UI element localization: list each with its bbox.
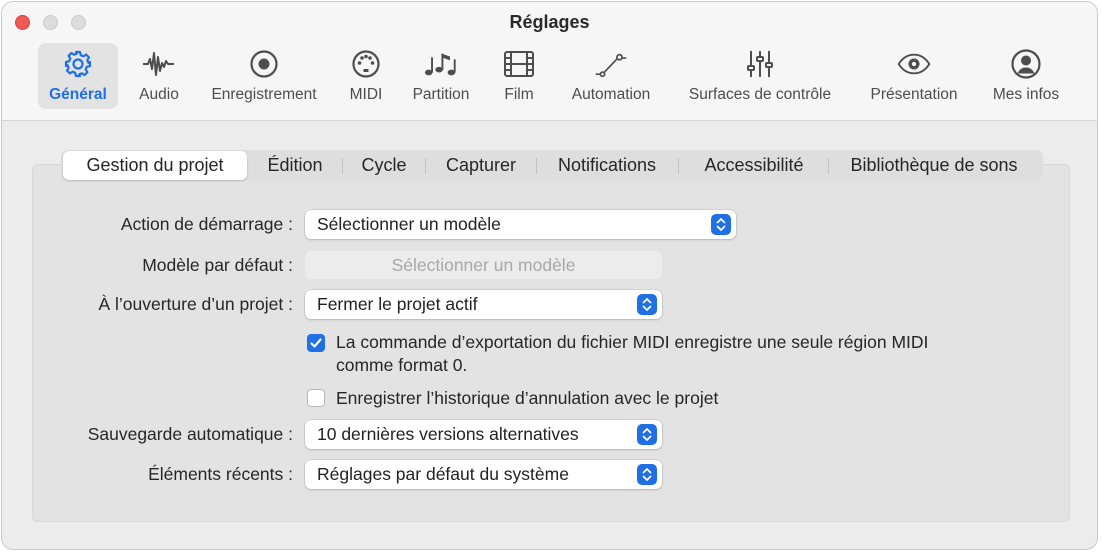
toolbar-control-surfaces[interactable]: Surfaces de contrôle bbox=[676, 43, 844, 109]
checkmark-icon bbox=[310, 338, 322, 348]
toolbar-label: MIDI bbox=[349, 86, 383, 103]
tab-cycle[interactable]: Cycle bbox=[348, 150, 420, 181]
undo-history-label: Enregistrer l’historique d’annulation av… bbox=[336, 388, 719, 408]
person-icon bbox=[1009, 47, 1043, 81]
midi-export-line-2: comme format 0. bbox=[336, 355, 468, 375]
tab-capture[interactable]: Capturer bbox=[431, 150, 531, 181]
automation-icon bbox=[594, 47, 628, 81]
autosave-label: Sauvegarde automatique : bbox=[87, 424, 293, 444]
toolbar-label: Automation bbox=[571, 86, 651, 103]
toolbar-display[interactable]: Présentation bbox=[862, 43, 966, 109]
tab-divider bbox=[342, 158, 343, 174]
on-open-project-label: À l’ouverture d’un projet : bbox=[98, 294, 293, 314]
film-icon bbox=[502, 47, 536, 81]
notes-icon bbox=[424, 47, 458, 81]
midi-export-line-1: La commande d’exportation du fichier MID… bbox=[336, 332, 929, 352]
startup-action-label: Action de démarrage : bbox=[120, 214, 293, 234]
select-template-button[interactable]: Sélectionner un modèle bbox=[305, 251, 662, 279]
chevron-up-down-icon bbox=[711, 214, 731, 235]
tab-divider bbox=[536, 158, 537, 174]
on-open-project-value: Fermer le projet actif bbox=[317, 294, 478, 314]
tab-sound-library[interactable]: Bibliothèque de sons bbox=[834, 150, 1034, 181]
tab-divider bbox=[828, 158, 829, 174]
gear-icon bbox=[61, 47, 95, 81]
toolbar-score[interactable]: Partition bbox=[404, 43, 478, 109]
eye-icon bbox=[897, 47, 931, 81]
toolbar-recording[interactable]: Enregistrement bbox=[202, 43, 326, 109]
toolbar-label: Enregistrement bbox=[211, 86, 317, 103]
toolbar-label: Mes infos bbox=[992, 86, 1060, 103]
toolbar-label: Audio bbox=[139, 86, 179, 103]
tab-project-management[interactable]: Gestion du projet bbox=[63, 151, 247, 180]
tab-editing[interactable]: Édition bbox=[253, 150, 337, 181]
undo-history-checkbox[interactable] bbox=[307, 389, 325, 407]
on-open-project-popup[interactable]: Fermer le projet actif bbox=[305, 290, 662, 319]
toolbar-film[interactable]: Film bbox=[492, 43, 546, 109]
recent-items-value: Réglages par défaut du système bbox=[317, 464, 569, 484]
toolbar-label: Présentation bbox=[870, 86, 958, 103]
waveform-icon bbox=[142, 47, 176, 81]
chevron-up-down-icon bbox=[637, 294, 657, 315]
recent-items-popup[interactable]: Réglages par défaut du système bbox=[305, 460, 662, 489]
toolbar-label: Surfaces de contrôle bbox=[688, 86, 832, 103]
chevron-up-down-icon bbox=[637, 424, 657, 445]
startup-action-value: Sélectionner un modèle bbox=[317, 214, 501, 234]
toolbar-label: Partition bbox=[412, 86, 470, 103]
tab-bar: Gestion du projet Édition Cycle Capturer… bbox=[61, 150, 1043, 181]
toolbar-my-info[interactable]: Mes infos bbox=[982, 43, 1070, 109]
autosave-value: 10 dernières versions alternatives bbox=[317, 424, 579, 444]
midi-export-checkbox[interactable] bbox=[307, 334, 325, 352]
startup-action-popup[interactable]: Sélectionner un modèle bbox=[305, 210, 736, 239]
tab-divider bbox=[678, 158, 679, 174]
settings-window: Réglages Général Audio Enregistrement MI… bbox=[1, 1, 1098, 550]
title-bar: Réglages Général Audio Enregistrement MI… bbox=[2, 2, 1097, 121]
recent-items-label: Éléments récents : bbox=[148, 464, 293, 484]
midi-icon bbox=[349, 47, 383, 81]
toolbar-label: Film bbox=[504, 86, 534, 103]
toolbar-audio[interactable]: Audio bbox=[129, 43, 189, 109]
toolbar-general[interactable]: Général bbox=[38, 43, 118, 109]
toolbar-midi[interactable]: MIDI bbox=[340, 43, 392, 109]
toolbar-label: Général bbox=[49, 86, 107, 103]
chevron-up-down-icon bbox=[637, 464, 657, 485]
record-icon bbox=[247, 47, 281, 81]
sliders-icon bbox=[743, 47, 777, 81]
tab-notifications[interactable]: Notifications bbox=[542, 150, 672, 181]
midi-export-label: La commande d’exportation du fichier MID… bbox=[336, 331, 928, 377]
toolbar-automation[interactable]: Automation bbox=[562, 43, 660, 109]
default-template-label: Modèle par défaut : bbox=[142, 255, 293, 275]
tab-accessibility[interactable]: Accessibilité bbox=[684, 150, 824, 181]
window-title: Réglages bbox=[509, 12, 590, 32]
tab-divider bbox=[425, 158, 426, 174]
autosave-popup[interactable]: 10 dernières versions alternatives bbox=[305, 420, 662, 449]
